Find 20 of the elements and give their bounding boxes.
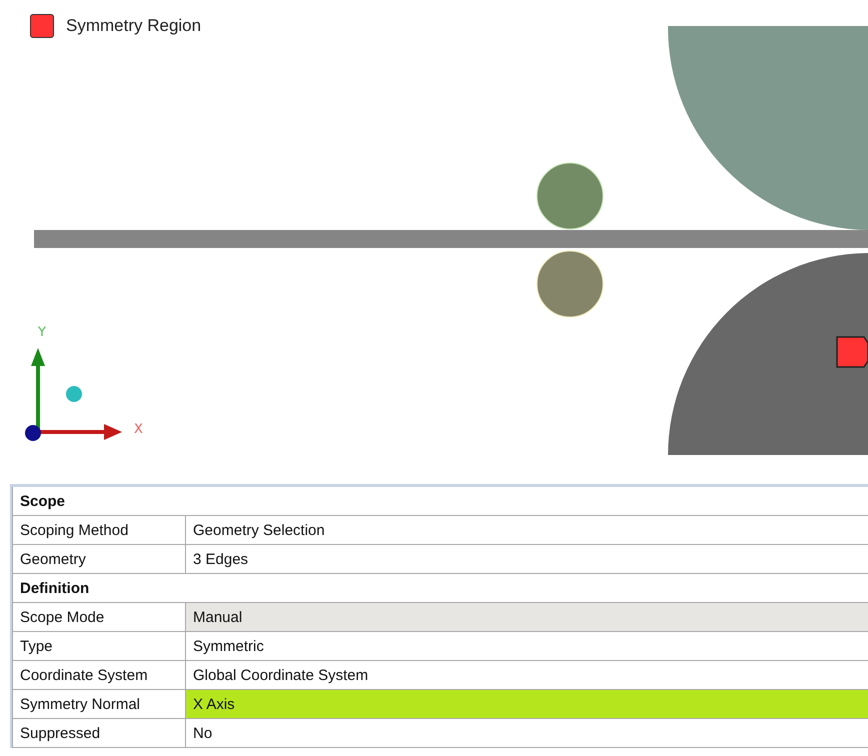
property-name: Suppressed <box>12 719 186 747</box>
property-value[interactable]: Geometry Selection <box>186 516 868 544</box>
upper-pin-shape <box>536 162 604 230</box>
triad-sphere <box>66 386 82 402</box>
property-name: Coordinate System <box>12 661 186 689</box>
legend-label: Symmetry Region <box>66 16 202 36</box>
property-value[interactable]: Global Coordinate System <box>186 661 868 689</box>
property-value[interactable]: Manual <box>186 603 868 631</box>
property-value[interactable]: X Axis <box>186 690 868 718</box>
property-value[interactable]: Symmetric <box>186 632 868 660</box>
y-axis-label: Y <box>38 325 46 340</box>
property-name: Type <box>12 632 186 660</box>
property-value[interactable]: No <box>186 719 868 747</box>
property-name: Scoping Method <box>12 516 186 544</box>
origin-sphere <box>25 425 41 441</box>
group-header[interactable]: Scope <box>12 487 868 516</box>
lower-pin-shape <box>536 250 604 318</box>
property-value[interactable]: 3 Edges <box>186 545 868 573</box>
property-name: Geometry <box>12 545 186 573</box>
x-axis-label: X <box>134 422 143 437</box>
